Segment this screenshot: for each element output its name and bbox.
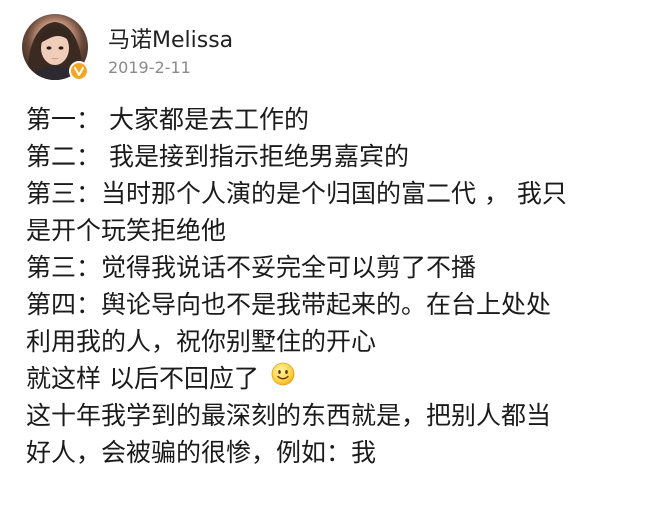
post-header: 马诺Melissa 2019-2-11	[22, 14, 642, 86]
verified-badge-icon	[69, 61, 89, 81]
post-line: 第二： 我是接到指示拒绝男嘉宾的	[26, 142, 409, 171]
author-name[interactable]: 马诺Melissa	[108, 22, 233, 54]
post-line: 好人，会被骗的很惨，例如：我	[26, 438, 377, 467]
post-line-with-emoji: 就这样 以后不回应了	[26, 360, 646, 397]
post-text: 第一： 大家都是去工作的 第二： 我是接到指示拒绝男嘉宾的 第三：当时那个人演的…	[26, 101, 646, 471]
smiley-emoji-icon	[271, 360, 295, 396]
post-line-text: 就这样 以后不回应了	[26, 364, 259, 393]
avatar[interactable]	[22, 14, 89, 81]
post-date: 2019-2-11	[108, 58, 191, 77]
post-line: 这十年我学到的最深刻的东西就是，把别人都当	[26, 401, 552, 430]
post-line: 利用我的人，祝你别墅住的开心	[26, 327, 377, 356]
post-line: 第一： 大家都是去工作的	[26, 105, 309, 134]
post-line: 第四：舆论导向也不是我带起来的。在台上处处	[26, 290, 552, 319]
post-line: 第三：觉得我说话不妥完全可以剪了不播	[26, 253, 477, 282]
post-line: 第三：当时那个人演的是个归国的富二代 ， 我只	[26, 179, 567, 208]
post-line: 是开个玩笑拒绝他	[26, 216, 227, 245]
